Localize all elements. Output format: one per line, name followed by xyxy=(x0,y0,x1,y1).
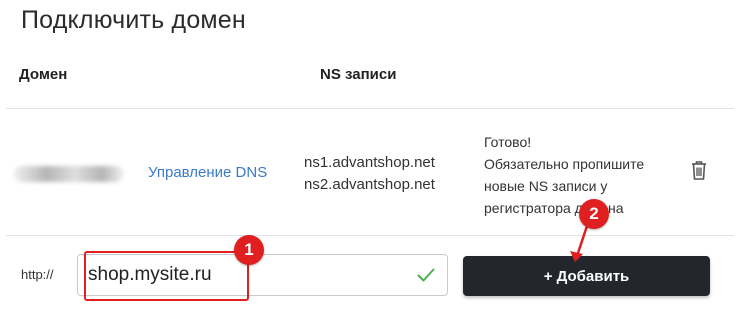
column-header-domain: Домен xyxy=(19,66,68,83)
ns-record-2: ns2.advantshop.net xyxy=(304,176,435,193)
ns-records-list: ns1.advantshop.net ns2.advantshop.net xyxy=(304,152,435,196)
manage-dns-link[interactable]: Управление DNS xyxy=(148,164,267,181)
status-message: Готово! Обязательно пропишите новые NS з… xyxy=(484,131,664,219)
check-icon xyxy=(417,268,435,282)
ns-record-1: ns1.advantshop.net xyxy=(304,154,435,171)
row-divider xyxy=(6,235,734,236)
annotation-marker-2: 2 xyxy=(579,199,609,229)
status-line-3: новые NS записи у xyxy=(484,178,608,194)
trash-icon[interactable] xyxy=(689,159,709,181)
status-line-1: Готово! xyxy=(484,134,532,150)
status-line-2: Обязательно пропишите xyxy=(484,156,645,172)
annotation-marker-1: 1 xyxy=(234,235,264,265)
header-divider xyxy=(6,108,734,109)
annotation-highlight-box xyxy=(84,251,249,301)
http-prefix-label: http:// xyxy=(21,267,54,282)
blurred-domain-name xyxy=(14,166,124,182)
page-title: Подключить домен xyxy=(21,6,246,34)
column-header-ns-records: NS записи xyxy=(320,66,397,83)
